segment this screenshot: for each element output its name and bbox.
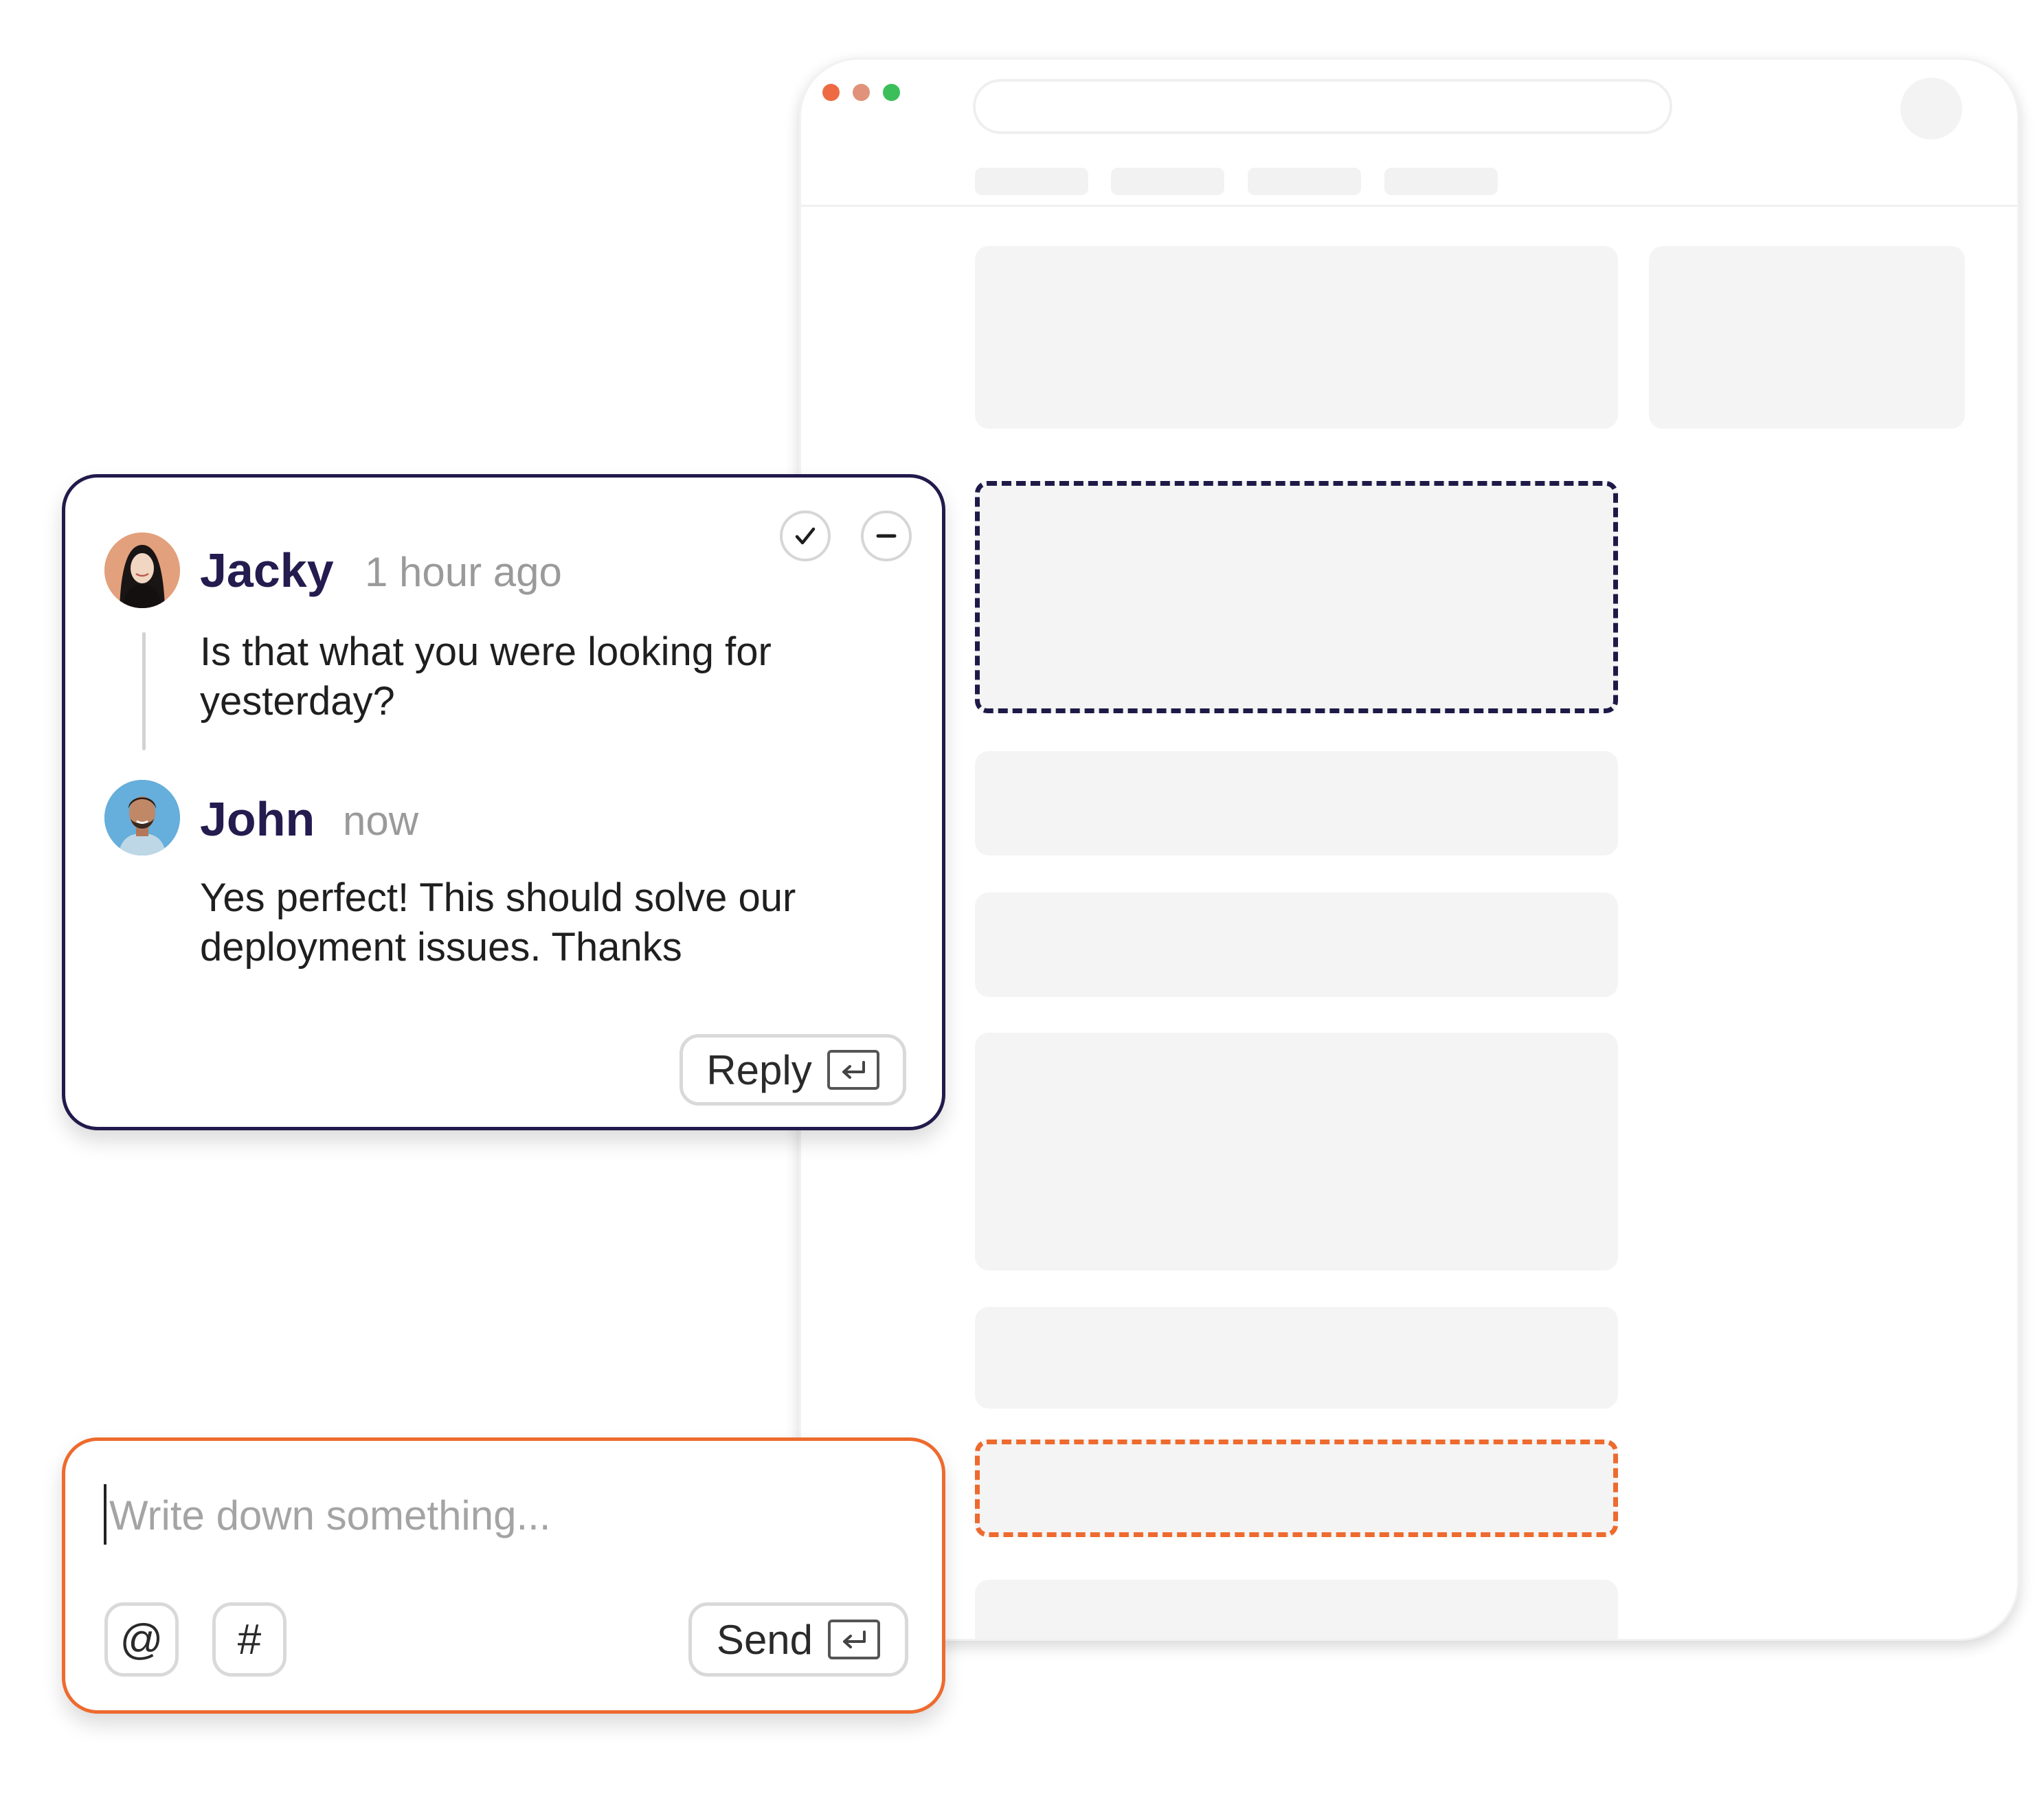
reply-button[interactable]: Reply	[680, 1034, 906, 1106]
enter-key-icon	[827, 1050, 879, 1090]
side-content-block	[1649, 246, 1965, 429]
minus-icon	[876, 534, 897, 538]
enter-key-icon	[828, 1620, 881, 1659]
comment-composer-card: @ # Send	[62, 1437, 945, 1714]
reply-button-label: Reply	[706, 1046, 812, 1093]
mention-icon: @	[120, 1615, 164, 1664]
window-maximize-dot[interactable]	[883, 84, 900, 101]
minimize-thread-button[interactable]	[861, 511, 912, 561]
comment-text-line: yesterday?	[200, 679, 395, 724]
content-block	[975, 893, 1618, 997]
mention-button[interactable]: @	[104, 1602, 179, 1677]
content-block	[975, 751, 1618, 855]
thread-connector-line	[142, 632, 146, 750]
nav-tab-placeholder[interactable]	[1384, 168, 1498, 195]
resolve-button[interactable]	[780, 511, 831, 561]
nav-tab-placeholder[interactable]	[1248, 168, 1361, 195]
comment-timestamp: now	[343, 798, 419, 844]
comment-author[interactable]: John	[200, 795, 315, 843]
profile-avatar-placeholder[interactable]	[1900, 78, 1962, 139]
comment-text-line: deployment issues. Thanks	[200, 925, 682, 970]
avatar-jacky[interactable]	[104, 533, 180, 608]
comment-input[interactable]	[109, 1490, 796, 1540]
checkmark-icon	[795, 527, 816, 545]
browser-window	[799, 58, 2019, 1641]
content-block	[975, 1580, 1618, 1639]
hashtag-icon: #	[237, 1615, 262, 1664]
send-button[interactable]: Send	[688, 1602, 908, 1677]
comment-text-line: Yes perfect! This should solve our	[200, 875, 796, 920]
comment-text: Yes perfect! This should solve our deplo…	[200, 873, 796, 972]
comment-author[interactable]: Jacky	[200, 546, 334, 594]
avatar-john[interactable]	[104, 780, 180, 855]
commented-block-highlight[interactable]	[975, 481, 1618, 713]
comment-text: Is that what you were looking for yester…	[200, 627, 772, 726]
new-comment-block-highlight[interactable]	[975, 1440, 1618, 1537]
hashtag-button[interactable]: #	[212, 1602, 287, 1677]
comment-text-line: Is that what you were looking for	[200, 629, 772, 674]
comment-timestamp: 1 hour ago	[365, 549, 562, 595]
window-close-dot[interactable]	[822, 84, 840, 101]
nav-tab-placeholder[interactable]	[975, 168, 1088, 195]
window-minimize-dot[interactable]	[853, 84, 870, 101]
content-block	[975, 246, 1618, 429]
comment-thread-card: Jacky 1 hour ago Is that what you were l…	[62, 474, 945, 1130]
nav-tab-placeholder[interactable]	[1111, 168, 1224, 195]
header-divider	[801, 205, 2017, 207]
address-bar[interactable]	[973, 79, 1672, 134]
content-block	[975, 1307, 1618, 1409]
send-button-label: Send	[716, 1616, 813, 1663]
content-block	[975, 1033, 1618, 1270]
text-caret	[104, 1484, 106, 1545]
